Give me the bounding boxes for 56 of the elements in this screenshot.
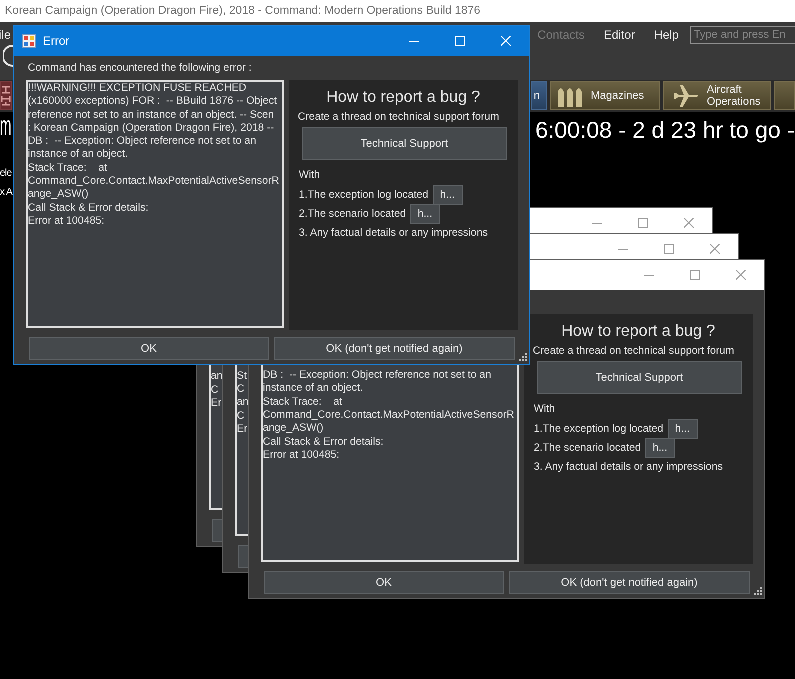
help-heading: How to report a bug ? (560, 322, 716, 342)
resize-grip-icon[interactable] (754, 587, 763, 596)
menu-item[interactable]: Help (654, 26, 679, 42)
side-label: x A (0, 186, 12, 200)
help-intro-text: Create a thread on technical support forum (298, 111, 500, 124)
arc-icon[interactable] (3, 45, 13, 67)
close-icon (736, 270, 746, 280)
tab[interactable]: n (531, 81, 547, 110)
side-label: ele (0, 167, 12, 181)
step-text: 1.The exception log located (534, 422, 664, 434)
menu-item[interactable]: Editor (604, 26, 636, 42)
step-text: 2.The scenario located (299, 208, 406, 220)
minimize-icon (618, 248, 628, 250)
with-label: With (299, 168, 320, 182)
search-field[interactable]: Type and press En (690, 26, 795, 44)
ok-button[interactable]: OK (29, 337, 269, 360)
location-button[interactable]: h... (668, 418, 698, 438)
minimize-icon (592, 222, 602, 224)
airplane-icon (673, 84, 701, 106)
location-button[interactable]: h... (645, 438, 676, 458)
maximize-icon (664, 244, 674, 254)
help-heading: How to report a bug ? (326, 88, 482, 108)
app-title: Korean Campaign (Operation Dragon Fire), 2018 - Command: Modern Operations Build 1876 (5, 5, 481, 17)
heading-text: m (0, 111, 12, 141)
with-label: With (534, 402, 556, 416)
tab[interactable]: Magazines (550, 81, 660, 110)
clock-text: 6:00:08 - 2 d 23 hr to go - (535, 116, 795, 144)
tab[interactable]: Aircraft Operations (663, 81, 771, 110)
pattern-icon (1, 84, 11, 108)
step-text: 1.The exception log located (299, 188, 429, 200)
close-icon (710, 244, 720, 254)
close-icon (684, 218, 694, 228)
maximize-icon (690, 270, 700, 280)
close-icon (501, 36, 511, 46)
window-title: Error (43, 34, 70, 48)
location-button[interactable]: h... (410, 204, 440, 224)
ok-dont-notify-button[interactable]: OK (don't get notified again) (274, 337, 515, 360)
step-text: 2.The scenario located (534, 442, 642, 454)
step-text: 3. Any factual details or any impressions (534, 460, 724, 472)
help-intro-text: Create a thread on technical support forum (533, 345, 734, 358)
resize-grip-icon[interactable] (519, 353, 528, 362)
maximize-icon (638, 218, 648, 228)
error-intro-text: Command has encountered the following error : (28, 62, 252, 74)
step-text: 3. Any factual details or any impressions (299, 226, 488, 238)
technical-support-button[interactable]: Technical Support (302, 127, 507, 160)
ok-button[interactable]: OK (264, 571, 504, 594)
location-button[interactable]: h... (432, 184, 463, 204)
menu-item[interactable]: ile (0, 26, 12, 42)
minimize-icon (409, 40, 419, 42)
tiles-icon (22, 34, 36, 48)
error-text-field[interactable]: !!!WARNING!!! EXCEPTION FUSE REACHED (x160000 exceptions) FOR : -- BBuild 1876 -- Object reference not set to an instance of an object. -- Scen : Korean Campaign (Operation Dragon Fire), 2018 -- DB : -- Exception: Object reference not set to an instance of an object. Stack Trace: at Command_Core.Contact.MaxPotentialActiveSensorR ange_ASW() Call Stack & Error details: Error at 100485: (26, 80, 284, 328)
maximize-icon (455, 36, 465, 46)
tab[interactable] (0, 81, 12, 110)
ok-dont-notify-button[interactable]: OK (don't get notified again) (509, 571, 750, 594)
minimize-icon (644, 274, 654, 276)
technical-support-button[interactable]: Technical Support (537, 361, 742, 394)
